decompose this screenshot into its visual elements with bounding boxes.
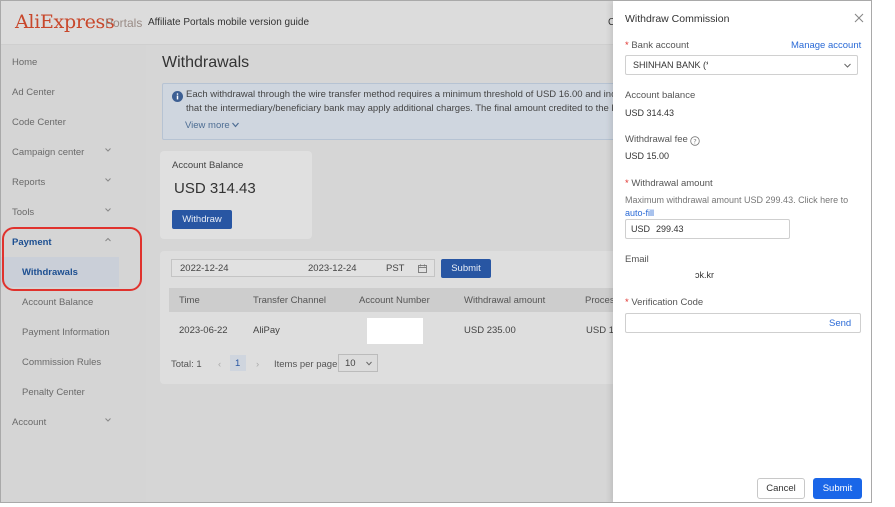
info-icon bbox=[172, 91, 183, 102]
date-submit-button[interactable]: Submit bbox=[441, 259, 491, 278]
bank-account-value: SHINHAN BANK (*! bbox=[633, 60, 713, 70]
account-balance-value: USD 314.43 bbox=[174, 180, 256, 197]
sidebar-item-payment-information[interactable]: Payment Information bbox=[1, 317, 146, 347]
notice-text-line-1: Each withdrawal through the wire transfe… bbox=[186, 89, 624, 100]
next-page-icon[interactable]: › bbox=[256, 359, 259, 370]
chevron-down-icon bbox=[232, 122, 240, 128]
account-balance-label: Account Balance bbox=[172, 160, 244, 171]
sidebar-item-label: Commission Rules bbox=[22, 357, 102, 368]
withdrawal-fee-value: USD 15.00 bbox=[625, 151, 670, 161]
sidebar-item-tools[interactable]: Tools bbox=[1, 197, 146, 227]
column-header-transfer-channel: Transfer Channel bbox=[253, 295, 327, 306]
auto-fill-link[interactable]: auto-fill bbox=[625, 208, 654, 218]
chevron-down-icon bbox=[366, 361, 372, 366]
date-to: 2023-12-24 bbox=[308, 263, 357, 274]
sidebar-item-label: Code Center bbox=[12, 117, 66, 128]
items-per-page-select[interactable]: 10 bbox=[338, 354, 378, 372]
page-1-button[interactable]: 1 bbox=[230, 355, 246, 371]
withdrawals-table-card: 2022-12-24 2023-12-24 PST Submit Time Tr… bbox=[160, 251, 630, 384]
app-window: AliExpress Portals Affiliate Portals mob… bbox=[0, 0, 872, 503]
sidebar-item-label: Home bbox=[12, 57, 38, 68]
currency-prefix: USD bbox=[631, 224, 651, 234]
manage-account-link[interactable]: Manage account bbox=[791, 40, 861, 51]
calendar-icon bbox=[418, 264, 427, 273]
timezone-label: PST bbox=[386, 263, 405, 274]
sidebar-item-label: Ad Center bbox=[12, 87, 55, 98]
cancel-button[interactable]: Cancel bbox=[757, 478, 805, 499]
column-header-account-number: Account Number bbox=[359, 295, 430, 306]
prev-page-icon[interactable]: ‹ bbox=[218, 359, 221, 370]
withdrawal-amount-input[interactable]: USD 299.43 bbox=[625, 219, 790, 239]
chevron-down-icon bbox=[105, 208, 111, 212]
logo-subtitle: Portals bbox=[105, 16, 143, 30]
sidebar-item-commission-rules[interactable]: Commission Rules bbox=[1, 347, 146, 377]
sidebar-item-label: Penalty Center bbox=[22, 387, 85, 398]
payment-highlight-annotation bbox=[2, 227, 142, 291]
bank-account-select[interactable]: SHINHAN BANK (*! bbox=[625, 55, 858, 75]
withdrawal-fee-label: Withdrawal fee bbox=[625, 134, 688, 145]
redaction-mask bbox=[367, 318, 423, 344]
sidebar-item-label: Reports bbox=[12, 177, 46, 188]
chevron-down-icon bbox=[105, 178, 111, 182]
items-per-page-label: Items per page: bbox=[274, 359, 341, 370]
account-balance-card: Account Balance USD 314.43 Withdraw bbox=[160, 151, 312, 239]
sidebar-item-label: Payment Information bbox=[22, 327, 110, 338]
account-balance-value: USD 314.43 bbox=[625, 108, 675, 118]
view-more-link[interactable]: View more bbox=[185, 120, 240, 131]
close-icon[interactable] bbox=[854, 13, 864, 23]
total-count: Total: 1 bbox=[171, 359, 202, 370]
account-balance-label: Account balance bbox=[625, 90, 696, 101]
sidebar-item-label: Campaign center bbox=[12, 147, 85, 158]
mobile-guide-link[interactable]: Affiliate Portals mobile version guide bbox=[148, 17, 309, 28]
chevron-down-icon bbox=[105, 148, 111, 152]
email-value: ɔk.kr bbox=[695, 270, 714, 280]
date-from: 2022-12-24 bbox=[180, 263, 229, 274]
sidebar-item-account-balance[interactable]: Account Balance bbox=[1, 287, 146, 317]
help-icon[interactable]: ? bbox=[690, 136, 700, 146]
withdraw-commission-drawer: Withdraw Commission * Bank account Manag… bbox=[613, 1, 871, 502]
withdrawal-notice: Each withdrawal through the wire transfe… bbox=[162, 83, 632, 140]
cell-transfer-channel: AliPay bbox=[253, 325, 280, 336]
withdrawal-hint: Maximum withdrawal amount USD 299.43. Cl… bbox=[625, 195, 849, 218]
aliexpress-logo[interactable]: AliExpress bbox=[15, 11, 115, 33]
send-code-button[interactable]: Send bbox=[829, 318, 851, 329]
sidebar-item-account[interactable]: Account bbox=[1, 407, 146, 437]
chevron-down-icon bbox=[105, 418, 111, 422]
email-label: Email bbox=[625, 254, 649, 265]
bank-account-label: * Bank account bbox=[625, 40, 689, 51]
drawer-title: Withdraw Commission bbox=[625, 13, 730, 25]
main-content: Withdrawals Each withdrawal through the … bbox=[146, 45, 632, 502]
verification-code-input[interactable]: Send bbox=[625, 313, 861, 333]
sidebar-item-penalty-center[interactable]: Penalty Center bbox=[1, 377, 146, 407]
withdrawal-amount-label: * Withdrawal amount bbox=[625, 178, 713, 189]
sidebar-item-ad-center[interactable]: Ad Center bbox=[1, 77, 146, 107]
sidebar-item-label: Account Balance bbox=[22, 297, 94, 308]
column-header-processing: Proces bbox=[585, 295, 615, 306]
svg-text:?: ? bbox=[693, 137, 696, 145]
cell-time: 2023-06-22 bbox=[179, 325, 228, 336]
sidebar-item-label: Account bbox=[12, 417, 47, 428]
amount-value: 299.43 bbox=[656, 224, 684, 234]
withdraw-button[interactable]: Withdraw bbox=[172, 210, 232, 229]
redaction-mask bbox=[708, 56, 776, 74]
column-header-withdrawal-amount: Withdrawal amount bbox=[464, 295, 546, 306]
table-header: Time Transfer Channel Account Number Wit… bbox=[169, 288, 630, 312]
sidebar-item-home[interactable]: Home bbox=[1, 47, 146, 77]
sidebar-item-code-center[interactable]: Code Center bbox=[1, 107, 146, 137]
sidebar-item-campaign-center[interactable]: Campaign center bbox=[1, 137, 146, 167]
chevron-down-icon bbox=[844, 63, 851, 68]
page-title: Withdrawals bbox=[162, 54, 250, 71]
date-range-picker[interactable]: 2022-12-24 2023-12-24 PST bbox=[171, 259, 435, 277]
notice-text-line-2: that the intermediary/beneficiary bank m… bbox=[186, 103, 623, 114]
sidebar-item-label: Tools bbox=[12, 207, 35, 218]
column-header-time: Time bbox=[179, 295, 200, 306]
cell-withdrawal-amount: USD 235.00 bbox=[464, 325, 516, 336]
submit-button[interactable]: Submit bbox=[813, 478, 862, 499]
verification-code-label: * Verification Code bbox=[625, 297, 704, 308]
sidebar-item-reports[interactable]: Reports bbox=[1, 167, 146, 197]
